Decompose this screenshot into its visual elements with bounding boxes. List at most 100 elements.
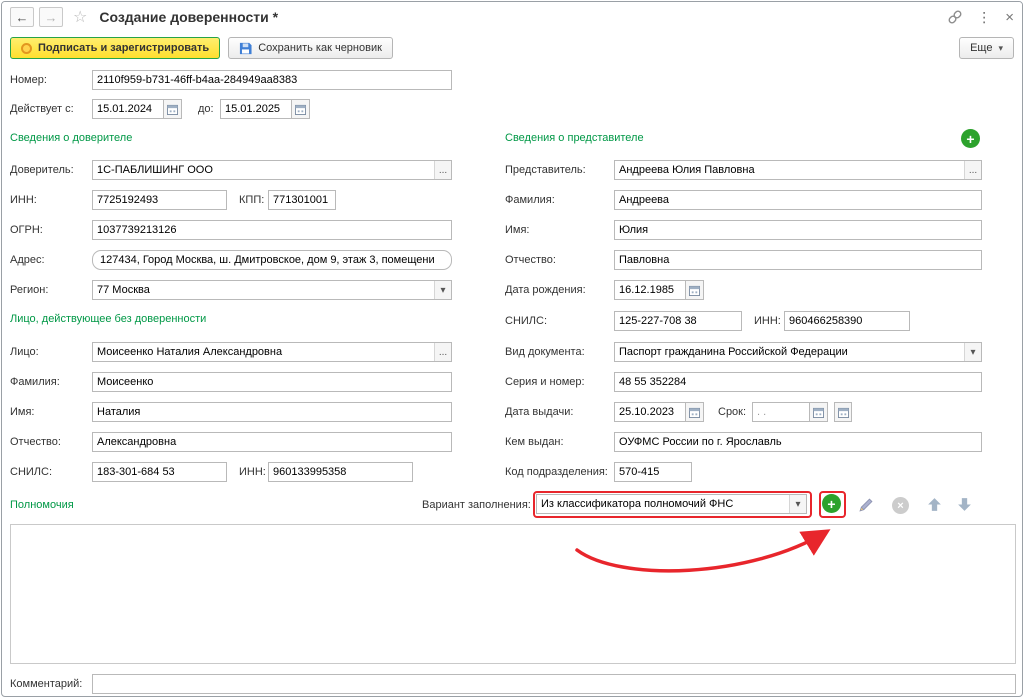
- rep-snils-label: СНИЛС:: [505, 315, 548, 327]
- signer-name-input[interactable]: Наталия: [92, 402, 452, 422]
- rep-birthdate-input[interactable]: 16.12.1985: [614, 280, 686, 300]
- toolbar: Подписать и зарегистрировать Сохранить к…: [2, 32, 1022, 64]
- add-representative-button[interactable]: +: [961, 129, 980, 148]
- move-up-icon[interactable]: [926, 496, 943, 516]
- rep-term-input[interactable]: . .: [752, 402, 810, 422]
- valid-from-label: Действует с:: [10, 103, 74, 115]
- rep-name-input[interactable]: Юлия: [614, 220, 982, 240]
- delete-icon[interactable]: ×: [892, 497, 909, 514]
- rep-doc-type-select[interactable]: Паспорт гражданина Российской Федерации …: [614, 342, 982, 362]
- signer-snils-input[interactable]: 183-301-684 53: [92, 462, 227, 482]
- rep-patronymic-input[interactable]: Павловна: [614, 250, 982, 270]
- seal-icon: [21, 42, 32, 54]
- calendar-icon[interactable]: [810, 402, 828, 422]
- signer-patronymic-input[interactable]: Александровна: [92, 432, 452, 452]
- principal-kpp-label: КПП:: [239, 194, 265, 206]
- more-button[interactable]: Еще ▾: [959, 37, 1014, 59]
- signer-inn-input[interactable]: 960133995358: [268, 462, 413, 482]
- principal-section-title: Сведения о доверителе: [10, 132, 133, 144]
- principal-ogrn-input[interactable]: 1037739213126: [92, 220, 452, 240]
- number-input[interactable]: 2110f959-b731-46ff-b4aa-284949aa8383: [92, 70, 452, 90]
- forward-button[interactable]: →: [39, 7, 63, 27]
- rep-surname-input[interactable]: Андреева: [614, 190, 982, 210]
- rep-inn-label: ИНН:: [754, 315, 781, 327]
- favorite-star-icon[interactable]: ☆: [73, 7, 87, 27]
- select-value-button[interactable]: ...: [434, 161, 451, 179]
- signer-surname-label: Фамилия:: [10, 376, 60, 388]
- calendar-icon[interactable]: [834, 402, 852, 422]
- calendar-icon[interactable]: [292, 99, 310, 119]
- rep-issued-by-label: Кем выдан:: [505, 436, 564, 448]
- principal-address-label: Адрес:: [10, 254, 45, 266]
- rep-series-input[interactable]: 48 55 352284: [614, 372, 982, 392]
- comment-label: Комментарий:: [10, 678, 83, 690]
- valid-from-input[interactable]: 15.01.2024: [92, 99, 164, 119]
- signer-surname-input[interactable]: Моисеенко: [92, 372, 452, 392]
- close-icon[interactable]: ×: [1005, 9, 1014, 26]
- chevron-down-icon: ▾: [998, 42, 1003, 53]
- rep-birthdate-label: Дата рождения:: [505, 284, 586, 296]
- number-label: Номер:: [10, 74, 47, 86]
- add-highlight-box: +: [819, 491, 846, 518]
- select-value-button[interactable]: ...: [434, 343, 451, 361]
- principal-address-input[interactable]: 127434, Город Москва, ш. Дмитровское, до…: [92, 250, 452, 270]
- representative-section-title: Сведения о представителе: [505, 132, 644, 144]
- rep-doc-type-label: Вид документа:: [505, 346, 585, 358]
- principal-entity-input[interactable]: 1С-ПАБЛИШИНГ ООО ...: [92, 160, 452, 180]
- rep-series-label: Серия и номер:: [505, 376, 585, 388]
- rep-person-label: Представитель:: [505, 164, 586, 176]
- rep-snils-input[interactable]: 125-227-708 38: [614, 311, 742, 331]
- signer-patronymic-label: Отчество:: [10, 436, 61, 448]
- rep-person-input[interactable]: Андреева Юлия Павловна ...: [614, 160, 982, 180]
- signer-section-title: Лицо, действующее без доверенности: [10, 313, 207, 325]
- signer-inn-label: ИНН:: [239, 466, 266, 478]
- rep-division-label: Код подразделения:: [505, 466, 608, 478]
- rep-patronymic-label: Отчество:: [505, 254, 556, 266]
- calendar-icon[interactable]: [164, 99, 182, 119]
- principal-inn-label: ИНН:: [10, 194, 37, 206]
- powers-section-title: Полномочия: [10, 499, 74, 511]
- fill-variant-select[interactable]: Из классификатора полномочий ФНС ▾: [536, 494, 807, 514]
- principal-kpp-input[interactable]: 771301001: [268, 190, 336, 210]
- select-value-button[interactable]: ...: [964, 161, 981, 179]
- variant-highlight-box: Из классификатора полномочий ФНС ▾: [533, 491, 812, 518]
- chevron-down-icon[interactable]: ▾: [789, 495, 806, 513]
- doc-window: ← → ☆ Создание доверенности * ⋮ × Подпис…: [1, 1, 1023, 697]
- rep-term-label: Срок:: [718, 406, 747, 418]
- save-icon: [240, 42, 252, 54]
- save-draft-button[interactable]: Сохранить как черновик: [228, 37, 393, 59]
- rep-issue-date-input[interactable]: 25.10.2023: [614, 402, 686, 422]
- fill-variant-label: Вариант заполнения:: [422, 499, 531, 511]
- rep-name-label: Имя:: [505, 224, 530, 236]
- page-title: Создание доверенности *: [99, 9, 279, 25]
- chevron-down-icon[interactable]: ▾: [434, 281, 451, 299]
- edit-pencil-icon[interactable]: [858, 496, 875, 516]
- principal-region-label: Регион:: [10, 284, 49, 296]
- calendar-icon[interactable]: [686, 402, 704, 422]
- kebab-menu-icon[interactable]: ⋮: [977, 9, 991, 26]
- comment-input[interactable]: [92, 674, 1016, 694]
- titlebar: ← → ☆ Создание доверенности * ⋮ ×: [2, 2, 1022, 32]
- signer-name-label: Имя:: [10, 406, 35, 418]
- chevron-down-icon[interactable]: ▾: [964, 343, 981, 361]
- principal-entity-label: Доверитель:: [10, 164, 74, 176]
- rep-surname-label: Фамилия:: [505, 194, 555, 206]
- principal-ogrn-label: ОГРН:: [10, 224, 43, 236]
- back-button[interactable]: ←: [10, 7, 34, 27]
- move-down-icon[interactable]: [956, 496, 973, 516]
- valid-to-input[interactable]: 15.01.2025: [220, 99, 292, 119]
- rep-issued-by-input[interactable]: ОУФМС России по г. Ярославль: [614, 432, 982, 452]
- principal-region-select[interactable]: 77 Москва ▾: [92, 280, 452, 300]
- signer-person-input[interactable]: Моисеенко Наталия Александровна ...: [92, 342, 452, 362]
- sign-and-register-button[interactable]: Подписать и зарегистрировать: [10, 37, 221, 59]
- valid-to-label: до:: [198, 103, 214, 115]
- add-power-button[interactable]: +: [822, 494, 841, 513]
- signer-snils-label: СНИЛС:: [10, 466, 53, 478]
- signer-person-label: Лицо:: [10, 346, 39, 358]
- link-icon[interactable]: [947, 9, 963, 25]
- rep-inn-input[interactable]: 960466258390: [784, 311, 910, 331]
- principal-inn-input[interactable]: 7725192493: [92, 190, 227, 210]
- powers-list[interactable]: [10, 524, 1016, 664]
- calendar-icon[interactable]: [686, 280, 704, 300]
- rep-division-input[interactable]: 570-415: [614, 462, 692, 482]
